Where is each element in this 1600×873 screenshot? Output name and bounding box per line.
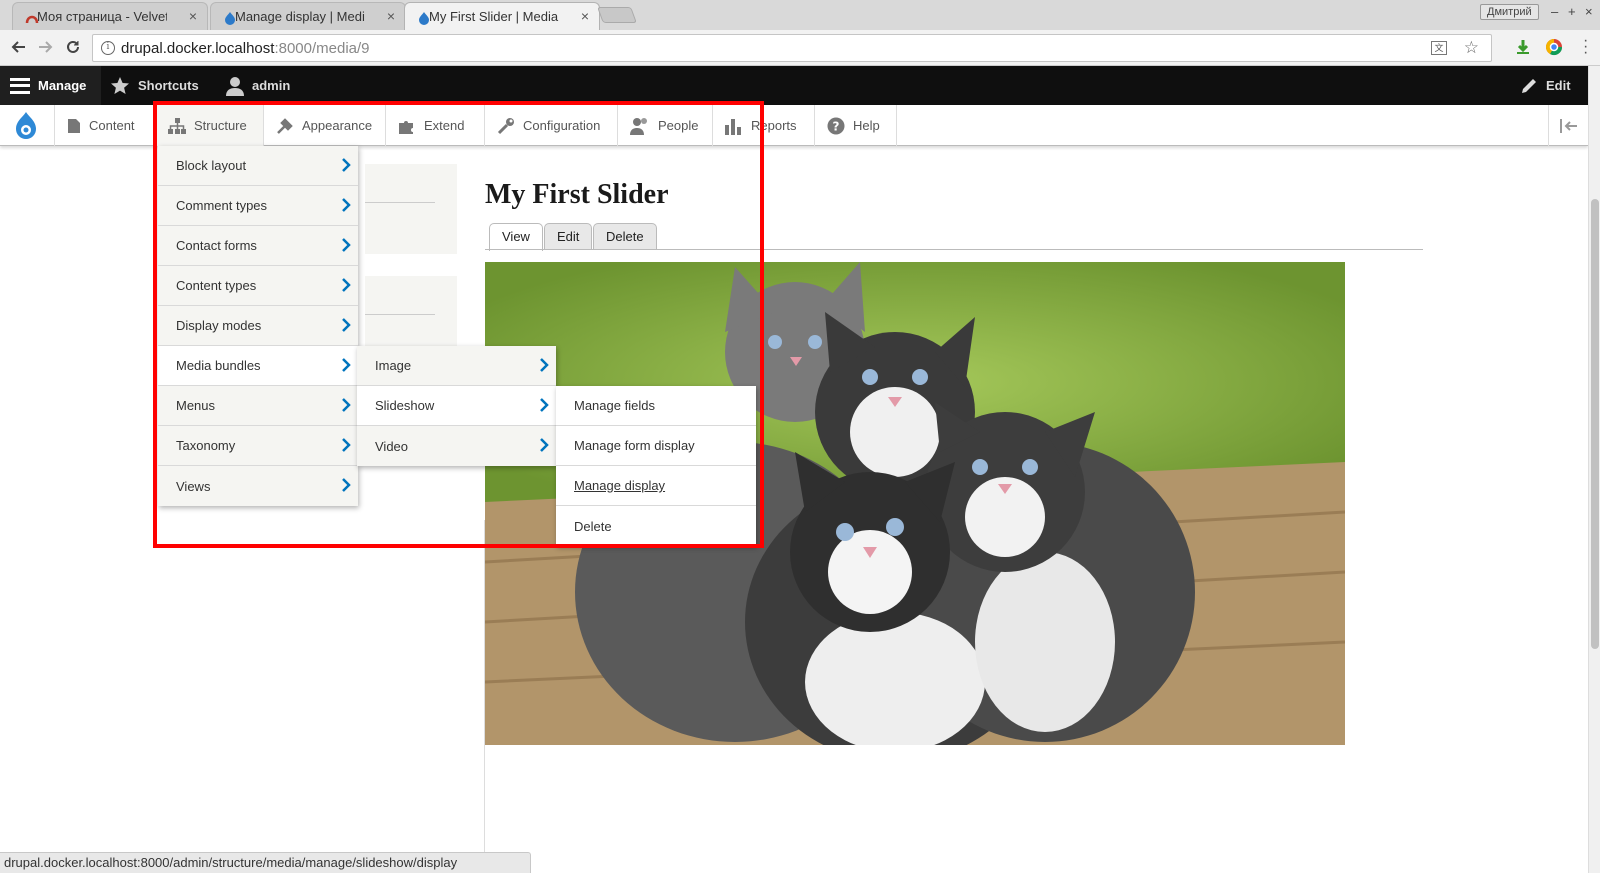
new-tab-button[interactable]	[597, 7, 637, 23]
status-bar-url: drupal.docker.localhost:8000/admin/struc…	[0, 852, 531, 873]
minimize-icon[interactable]: –	[1551, 4, 1558, 19]
browser-tab-title: Моя страница - Velvet	[37, 9, 167, 24]
info-icon[interactable]: i	[101, 41, 115, 55]
tray-item-label: Content	[89, 118, 135, 133]
admin-toolbar: Manage Shortcuts admin Edit	[0, 66, 1600, 105]
bookmark-star-icon[interactable]: ☆	[1464, 38, 1479, 58]
browser-tab-manage-display[interactable]: Manage display | Medi ×	[210, 2, 406, 30]
toolbar-shortcuts[interactable]: Shortcuts	[110, 66, 199, 105]
more-menu-icon[interactable]: · · ·	[1583, 33, 1588, 61]
toolbar-manage-label: Manage	[38, 78, 87, 93]
toolbar-user-label: admin	[252, 78, 291, 93]
toolbar-user[interactable]: admin	[226, 66, 290, 105]
tray-orientation-toggle[interactable]	[1548, 105, 1588, 146]
vertical-scrollbar[interactable]	[1588, 66, 1600, 873]
browser-tab-my-first-slider[interactable]: My First Slider | Media ×	[404, 2, 600, 30]
window-close-icon[interactable]: ×	[1585, 4, 1593, 19]
toolbar-edit[interactable]: Edit	[1520, 66, 1571, 105]
browser-tab-title: Manage display | Medi	[235, 9, 365, 24]
drupal-icon	[419, 12, 429, 25]
scrollbar-thumb[interactable]	[1591, 199, 1599, 649]
tray-item-help[interactable]: ? Help	[815, 105, 897, 146]
highlight-annotation	[153, 101, 764, 548]
translate-icon[interactable]: 文	[1431, 41, 1447, 55]
tray-item-content[interactable]: Content	[55, 105, 156, 146]
reload-icon[interactable]	[65, 39, 81, 55]
address-bar: i drupal.docker.localhost:8000/media/9 文…	[0, 30, 1600, 66]
content-icon	[68, 118, 80, 133]
svg-text:?: ?	[833, 119, 840, 133]
chrome-extension-icon[interactable]	[1545, 38, 1563, 56]
toolbar-edit-label: Edit	[1546, 78, 1571, 93]
star-icon	[111, 76, 129, 94]
download-extension-icon[interactable]	[1514, 38, 1532, 56]
browser-tab-velvet[interactable]: Моя страница - Velvet ×	[12, 2, 208, 30]
tray-item-label: Help	[853, 118, 880, 133]
url-input[interactable]: i drupal.docker.localhost:8000/media/9 文…	[92, 34, 1492, 62]
browser-tab-title: My First Slider | Media	[429, 9, 559, 24]
toolbar-shortcuts-label: Shortcuts	[138, 78, 199, 93]
pencil-icon	[1522, 78, 1536, 93]
close-icon[interactable]: ×	[189, 8, 197, 24]
collapse-left-icon	[1559, 118, 1577, 133]
user-icon	[226, 76, 244, 96]
back-icon[interactable]	[10, 39, 26, 55]
drupal-icon	[225, 12, 235, 25]
forward-icon[interactable]	[38, 39, 54, 55]
profile-button[interactable]: Дмитрий	[1480, 4, 1539, 20]
toolbar-manage[interactable]: Manage	[0, 66, 101, 105]
velvet-icon	[25, 15, 39, 24]
close-icon[interactable]: ×	[387, 8, 395, 24]
maximize-icon[interactable]: +	[1568, 4, 1576, 19]
browser-tab-strip: Моя страница - Velvet × Manage display |…	[0, 0, 1600, 30]
hamburger-icon	[10, 77, 30, 94]
url-text: drupal.docker.localhost:8000/media/9	[121, 40, 370, 57]
drupal-logo-icon	[16, 111, 36, 139]
drupal-home[interactable]	[0, 105, 55, 146]
close-icon[interactable]: ×	[581, 8, 589, 24]
help-icon: ?	[827, 117, 845, 134]
